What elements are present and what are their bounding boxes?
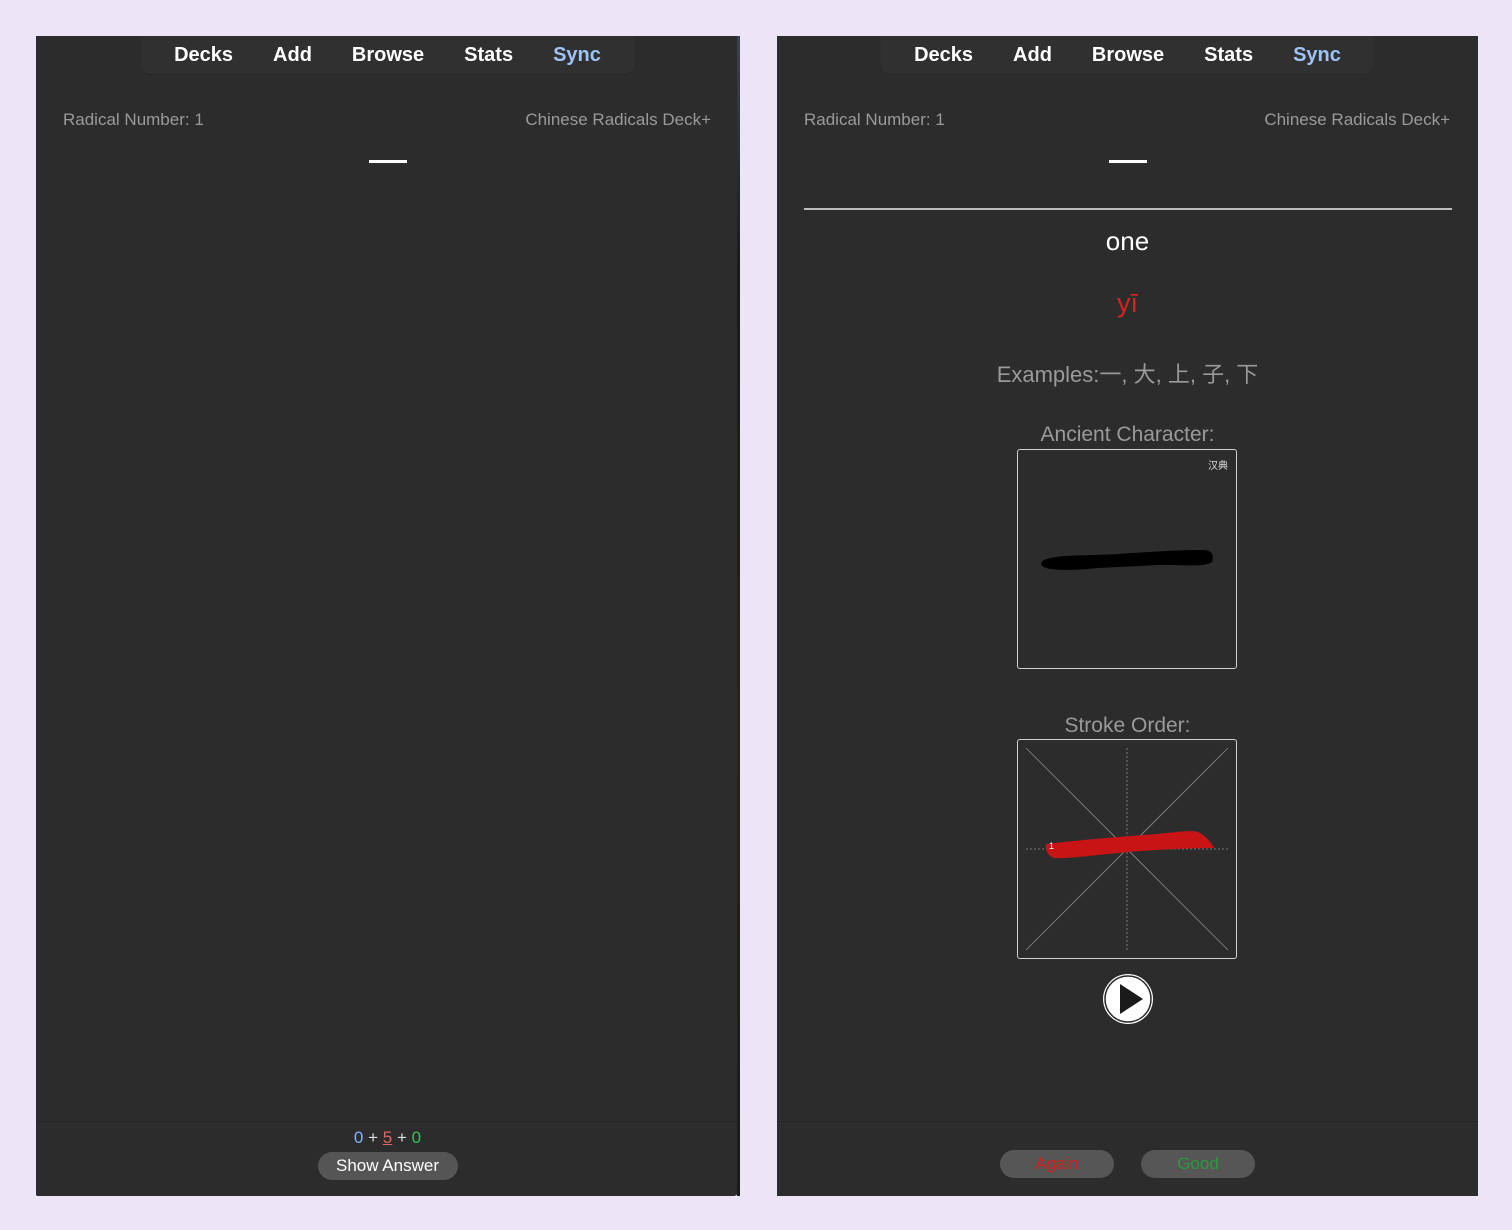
- stroke-order-label: Stroke Order:: [1064, 714, 1191, 737]
- bottom-bar: 0 + 5 + 0 Show Answer: [36, 1121, 739, 1196]
- deck-name: Chinese Radicals Deck+: [1264, 110, 1450, 129]
- answer-divider: [804, 208, 1452, 210]
- radical-number: Radical Number: 1: [63, 110, 204, 129]
- toolbar-add[interactable]: Add: [253, 44, 332, 67]
- due-counts: 0 + 5 + 0: [36, 1128, 739, 1148]
- examples: Examples:一, 大, 上, 子, 下: [996, 362, 1259, 387]
- radical-character: [368, 160, 407, 163]
- ancient-character-image: 汉典: [1017, 449, 1237, 669]
- review-window-front: Decks Add Browse Stats Sync Radical Numb…: [36, 36, 739, 1196]
- card-header: Radical Number: 1 Chinese Radicals Deck+: [804, 110, 1450, 130]
- meaning: one: [1105, 226, 1150, 256]
- toolbar-stats[interactable]: Stats: [444, 44, 533, 67]
- stroke-1: [1045, 831, 1214, 859]
- ancient-character-label: Ancient Character:: [1040, 423, 1215, 446]
- toolbar-sync[interactable]: Sync: [1273, 44, 1361, 67]
- top-toolbar: Decks Add Browse Stats Sync: [880, 36, 1375, 74]
- stroke-number: 1: [1049, 841, 1054, 851]
- top-toolbar: Decks Add Browse Stats Sync: [140, 36, 635, 74]
- plus-sign: +: [396, 1128, 407, 1147]
- review-count: 0: [411, 1128, 422, 1147]
- toolbar-sync[interactable]: Sync: [533, 44, 621, 67]
- show-answer-button[interactable]: Show Answer: [317, 1152, 458, 1180]
- plus-sign: +: [368, 1128, 379, 1147]
- radical-number: Radical Number: 1: [804, 110, 945, 129]
- bottom-bar: Again Good: [777, 1121, 1478, 1196]
- new-count: 0: [353, 1128, 364, 1147]
- deck-name: Chinese Radicals Deck+: [525, 110, 711, 129]
- again-button[interactable]: Again: [1000, 1150, 1114, 1178]
- stroke-order-diagram: 1: [1017, 739, 1237, 959]
- learning-count: 5: [382, 1128, 393, 1147]
- play-animation-button[interactable]: [1102, 974, 1153, 1024]
- card-header: Radical Number: 1 Chinese Radicals Deck+: [63, 110, 711, 130]
- source-watermark: 汉典: [1208, 461, 1228, 472]
- pinyin: yī: [1116, 288, 1138, 318]
- toolbar-add[interactable]: Add: [993, 44, 1072, 67]
- good-button[interactable]: Good: [1141, 1150, 1255, 1178]
- ancient-stroke-image: [1041, 550, 1213, 570]
- play-icon: [1103, 975, 1152, 1023]
- toolbar-browse[interactable]: Browse: [1072, 44, 1184, 67]
- toolbar-decks[interactable]: Decks: [894, 44, 993, 67]
- toolbar-decks[interactable]: Decks: [154, 44, 253, 67]
- radical-character: [1108, 160, 1147, 163]
- stroke-order-grid: 1: [1025, 747, 1229, 951]
- toolbar-browse[interactable]: Browse: [332, 44, 444, 67]
- review-window-back: Decks Add Browse Stats Sync Radical Numb…: [777, 36, 1478, 1196]
- toolbar-stats[interactable]: Stats: [1184, 44, 1273, 67]
- window-edge: [737, 36, 740, 1196]
